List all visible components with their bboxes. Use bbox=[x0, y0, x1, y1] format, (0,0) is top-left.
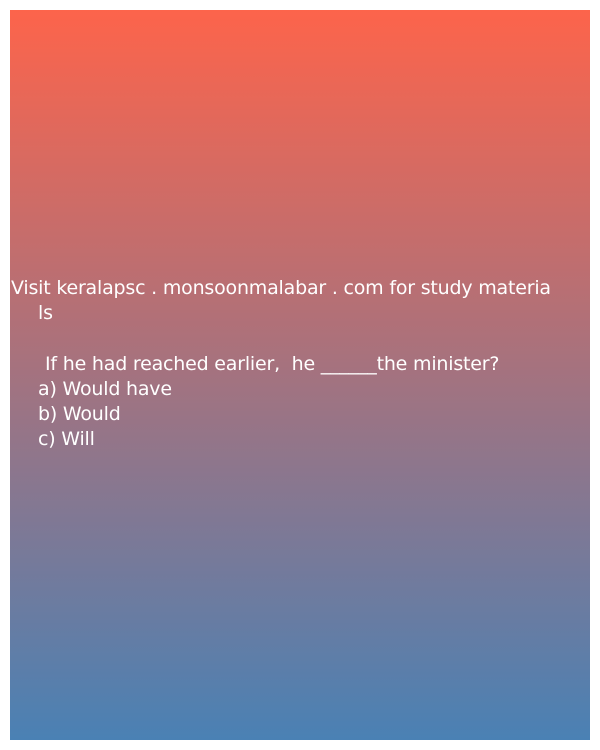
option-c: c) Will bbox=[38, 428, 95, 450]
promo-text-line-2: ls bbox=[38, 302, 53, 324]
promo-text-line-1: Visit keralapsc . monsoonmalabar . com f… bbox=[11, 277, 551, 299]
question-text: If he had reached earlier, he ______the … bbox=[45, 353, 500, 375]
question-card: Visit keralapsc . monsoonmalabar . com f… bbox=[10, 10, 590, 740]
option-b: b) Would bbox=[38, 403, 121, 425]
option-a: a) Would have bbox=[38, 378, 172, 400]
